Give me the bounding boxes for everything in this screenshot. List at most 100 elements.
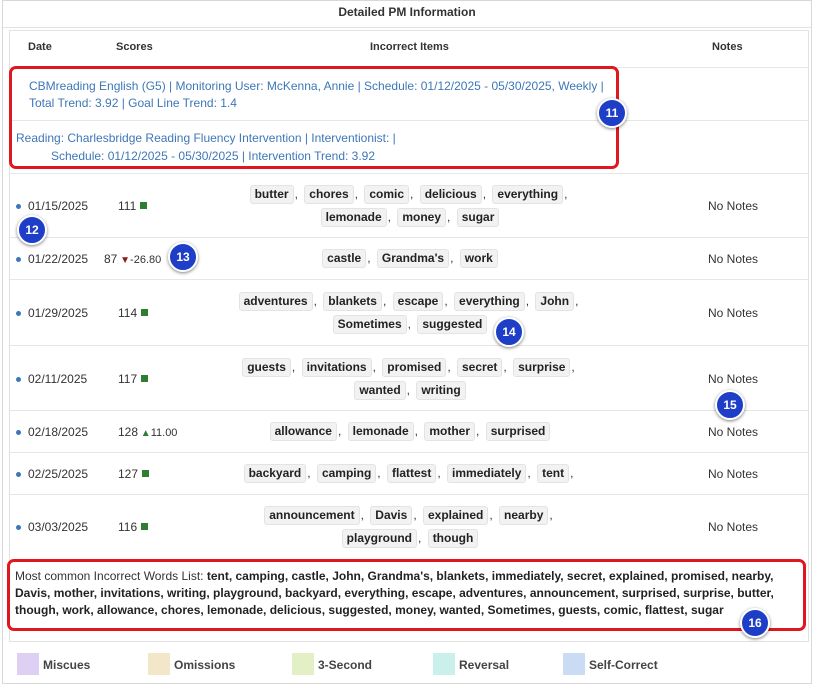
pm-table: Date Scores Incorrect Items Notes CBMrea… [9, 30, 809, 642]
row-score: 116 [118, 520, 149, 534]
incorrect-items: guests, invitations, promised, secret, s… [230, 356, 590, 402]
table-row: 02/25/2025 127 backyard, camping, flattest… [10, 453, 808, 495]
legend-label: Self-Correct [589, 658, 658, 672]
incorrect-word: allowance [269, 422, 337, 441]
incorrect-word: butter [249, 185, 294, 204]
incorrect-word: Grandma's [376, 249, 450, 268]
legend-item-3-second: 3-Second [292, 653, 422, 677]
incorrect-items: castle, Grandma's, work [230, 247, 590, 270]
legend-item-omissions: Omissions [148, 653, 278, 677]
score-value: 111 [118, 199, 137, 213]
incorrect-word: everything [454, 292, 525, 311]
row-notes: No Notes [708, 252, 759, 266]
table-row: 01/29/2025 114 adventures, blankets, escap… [10, 280, 808, 346]
trend-value: -26.80 [130, 254, 162, 266]
common-words-label: Most common Incorrect Words List: [15, 569, 204, 583]
row-date: 01/22/2025 [28, 252, 89, 266]
incorrect-word: comic [364, 185, 409, 204]
incorrect-word: surprise [513, 357, 571, 377]
incorrect-items: announcement, Davis, explained, nearby, … [230, 504, 590, 550]
row-bullet-icon [16, 311, 21, 316]
trend-down-icon: ▼ [117, 255, 131, 266]
row-score: 114 [118, 306, 149, 320]
incorrect-word: escape [392, 292, 444, 311]
score-square-icon [141, 309, 149, 316]
table-row: 01/15/2025 111 butter, chores, comic, deli… [10, 174, 808, 238]
incorrect-word: invitations [301, 357, 372, 377]
row-score: 87 ▼-26.80 [104, 252, 161, 266]
incorrect-word: mother [424, 422, 476, 441]
incorrect-word: flattest [386, 464, 437, 483]
score-value: 117 [118, 371, 138, 386]
legend-swatch [17, 653, 39, 675]
callout-11: 11 [597, 98, 627, 128]
row-bullet-icon [16, 257, 21, 262]
legend-label: Omissions [174, 658, 236, 672]
title-divider [3, 27, 811, 28]
callout-14: 14 [494, 317, 524, 347]
row-bullet-icon [16, 430, 21, 435]
row-score: 111 [118, 199, 148, 213]
trend-info-link[interactable]: Total Trend: 3.92 | Goal Line Trend: 1.4 [29, 96, 237, 110]
row-notes: No Notes [708, 467, 759, 481]
row-bullet-icon [16, 525, 21, 530]
incorrect-word: backyard [243, 464, 307, 483]
col-header-incorrect: Incorrect Items [370, 41, 449, 53]
incorrect-word: immediately [447, 464, 527, 483]
table-row: 02/11/2025 117 guests, invitations, promis… [10, 346, 808, 411]
row-date: 02/11/2025 [28, 371, 88, 386]
score-value: 116 [118, 520, 138, 534]
score-value: 127 [118, 467, 139, 481]
row-date: 02/25/2025 [28, 467, 89, 481]
incorrect-word: lemonade [347, 422, 414, 441]
incorrect-items: backyard, camping, flattest, immediately… [230, 462, 590, 485]
incorrect-word: camping [316, 464, 377, 483]
row-score: 127 [118, 467, 150, 481]
panel-title: Detailed PM Information [338, 5, 476, 19]
incorrect-word: everything [492, 185, 564, 204]
incorrect-word: secret [457, 357, 503, 377]
table-row: 02/18/2025 128 ▲11.00 allowance, lemonade,… [10, 411, 808, 453]
incorrect-word: sugar [456, 208, 500, 227]
row-bullet-icon [16, 472, 21, 477]
incorrect-items: adventures, blankets, escape, everything… [230, 290, 590, 336]
common-incorrect-words: Most common Incorrect Words List: tent, … [15, 568, 805, 619]
row-date: 02/18/2025 [28, 425, 89, 439]
col-header-scores: Scores [116, 41, 153, 53]
col-header-date: Date [28, 41, 52, 53]
callout-12: 12 [17, 215, 47, 245]
row-score: 117 [118, 371, 149, 386]
legend-label: 3-Second [318, 658, 373, 672]
trend-up-icon: ▲ [138, 428, 151, 439]
incorrect-word: lemonade [320, 208, 387, 227]
legend-label: Reversal [459, 658, 510, 672]
intervention-schedule-link[interactable]: Schedule: 01/12/2025 - 05/30/2025 | Inte… [51, 149, 375, 163]
score-square-icon [142, 470, 150, 477]
monitoring-info-link[interactable]: CBMreading English (G5) | Monitoring Use… [29, 79, 604, 93]
incorrect-word: promised [382, 357, 447, 377]
score-value: 87 [104, 252, 118, 266]
incorrect-word: guests [242, 357, 291, 377]
incorrect-word: nearby [499, 506, 549, 525]
incorrect-word: blankets [323, 292, 382, 311]
incorrect-word: playground [341, 529, 417, 548]
incorrect-word: writing [416, 380, 466, 400]
score-square-icon [141, 523, 149, 530]
intervention-info-link[interactable]: Reading: Charlesbridge Reading Fluency I… [16, 131, 396, 145]
row-divider [10, 120, 808, 121]
incorrect-word: delicious [419, 185, 482, 204]
score-square-icon [140, 202, 148, 209]
row-bullet-icon [16, 376, 21, 382]
col-header-notes: Notes [712, 41, 743, 53]
row-date: 03/03/2025 [28, 520, 89, 534]
incorrect-word: money [397, 208, 446, 227]
row-notes: No Notes [708, 199, 759, 213]
incorrect-word: though [427, 529, 479, 548]
legend-item-self-correct: Self-Correct [563, 653, 693, 677]
incorrect-word: surprised [485, 422, 551, 441]
incorrect-word: suggested [417, 315, 488, 334]
row-notes: No Notes [708, 371, 759, 386]
legend-swatch [292, 653, 314, 675]
incorrect-word: Davis [370, 506, 413, 525]
legend-swatch [433, 653, 455, 675]
